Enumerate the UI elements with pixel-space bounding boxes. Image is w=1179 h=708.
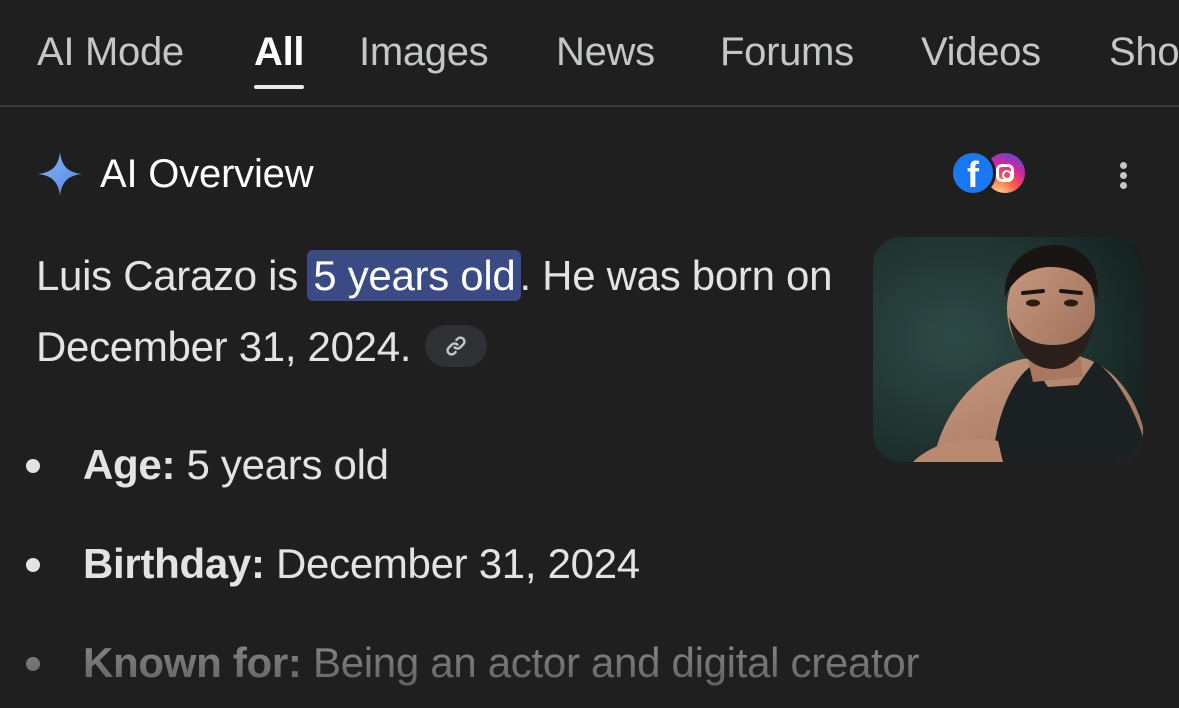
fact-value-age: 5 years old: [175, 441, 389, 488]
tab-videos[interactable]: Videos: [921, 28, 1041, 76]
tab-all[interactable]: All: [254, 28, 305, 76]
active-tab-indicator: [254, 85, 304, 89]
profile-photo[interactable]: [873, 237, 1143, 462]
link-icon: [446, 336, 466, 356]
bullet-dot: [26, 459, 40, 473]
source-link-button[interactable]: [425, 324, 488, 367]
summary-highlight: 5 years old: [307, 250, 522, 301]
tab-forums[interactable]: Forums: [720, 28, 854, 76]
summary-text-start: Luis Carazo is: [36, 252, 310, 299]
bullet-dot: [26, 657, 40, 671]
fact-value-birthday: December 31, 2024: [264, 540, 640, 587]
bullet-dot: [26, 558, 40, 572]
source-icons[interactable]: f: [948, 148, 1032, 200]
list-item: Birthday: December 31, 2024: [0, 529, 1179, 599]
fact-value-known-for: Being an actor and digital creator: [301, 639, 920, 686]
tab-images[interactable]: Images: [359, 28, 489, 76]
tab-ai-mode[interactable]: AI Mode: [37, 28, 184, 76]
fact-label-known-for: Known for:: [83, 639, 302, 686]
list-item: Known for: Being an actor and digital cr…: [0, 628, 1179, 698]
tab-news[interactable]: News: [556, 28, 655, 76]
facebook-icon: f: [950, 150, 996, 196]
list-item: Age: 5 years old: [0, 430, 1179, 500]
fact-label-birthday: Birthday:: [83, 540, 265, 587]
search-tabs: AI Mode All Images News Forums Videos Sh…: [0, 0, 1179, 107]
sparkle-icon: [38, 152, 82, 196]
ai-overview-title: AI Overview: [100, 152, 314, 196]
fact-label-age: Age:: [83, 441, 176, 488]
tab-shopping[interactable]: Sho: [1109, 28, 1179, 76]
overview-summary: Luis Carazo is 5 years old. He was born …: [36, 240, 836, 382]
more-vert-icon[interactable]: [1108, 155, 1138, 195]
